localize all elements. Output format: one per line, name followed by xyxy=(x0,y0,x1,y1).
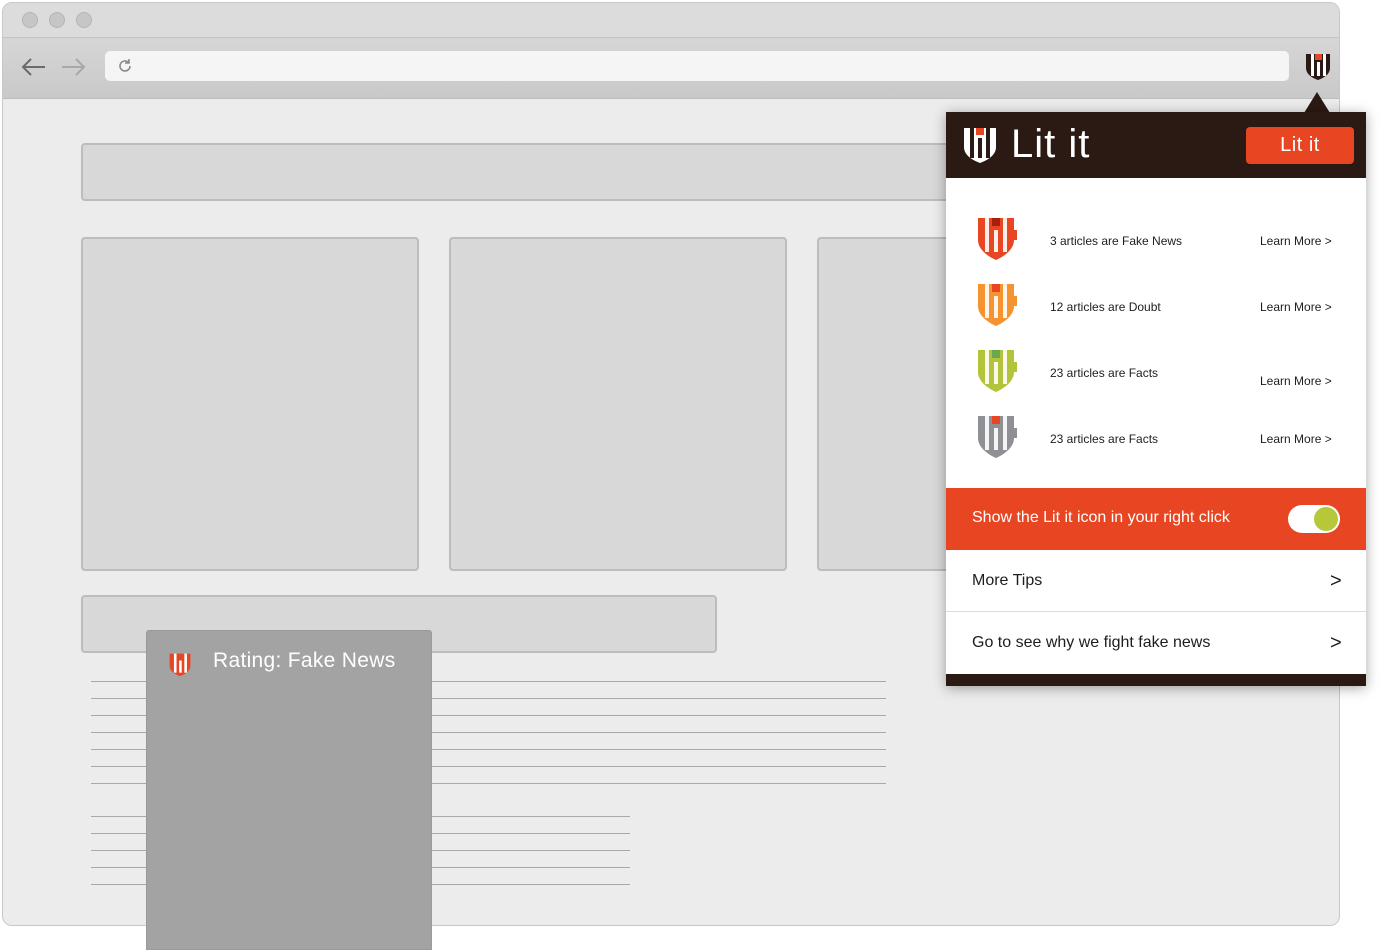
unrated-shield-icon xyxy=(978,416,1017,458)
fake-news-shield-icon xyxy=(978,218,1017,260)
popup-footer xyxy=(946,674,1366,686)
right-click-setting: Show the Lit it icon in your right click xyxy=(946,488,1366,550)
minimize-window-button[interactable] xyxy=(49,12,65,28)
rating-label: Rating: Fake News xyxy=(213,649,396,672)
lit-it-button[interactable]: Lit it xyxy=(1246,127,1354,164)
doubt-shield-icon xyxy=(978,284,1017,326)
back-button[interactable] xyxy=(18,54,48,80)
lit-it-extension-icon[interactable] xyxy=(1303,50,1333,82)
learn-more-link[interactable]: Learn More > xyxy=(1260,374,1332,388)
chevron-right-icon: > xyxy=(1330,632,1342,654)
arrow-right-icon xyxy=(62,58,86,76)
lit-it-logo-icon xyxy=(169,653,191,677)
learn-more-link[interactable]: Learn More > xyxy=(1260,300,1332,314)
menu-item-label: More Tips xyxy=(972,572,1043,589)
maximize-window-button[interactable] xyxy=(76,12,92,28)
lit-it-logo-icon xyxy=(964,128,996,163)
address-bar[interactable] xyxy=(105,51,1289,81)
forward-button[interactable] xyxy=(59,54,89,80)
arrow-left-icon xyxy=(21,58,45,76)
rating-tooltip: Rating: Fake News xyxy=(146,630,432,950)
toggle-knob xyxy=(1314,507,1338,531)
menu-item-label: Go to see why we fight fake news xyxy=(972,634,1211,651)
brand-name: Lit it xyxy=(1011,122,1091,166)
popup-pointer xyxy=(1304,92,1330,113)
rating-text: 23 articles are Facts xyxy=(1050,366,1159,380)
ratings-list: 3 articles are Fake News Learn More > 12… xyxy=(946,178,1366,488)
learn-more-link[interactable]: Learn More > xyxy=(1260,234,1332,248)
toggle-label: Show the Lit it icon in your right click xyxy=(972,509,1230,526)
extension-popup: Lit it Lit it 3 articles are Fake News L… xyxy=(946,112,1366,686)
title-bar xyxy=(3,3,1339,37)
menu-item-more-tips[interactable]: More Tips > xyxy=(946,550,1366,612)
browser-toolbar xyxy=(3,37,1339,99)
facts-shield-icon xyxy=(978,350,1017,392)
popup-header: Lit it Lit it xyxy=(946,112,1366,178)
rating-text: 12 articles are Doubt xyxy=(1050,300,1161,314)
placeholder-card xyxy=(81,237,419,571)
close-window-button[interactable] xyxy=(22,12,38,28)
learn-more-link[interactable]: Learn More > xyxy=(1260,432,1332,446)
right-click-toggle[interactable] xyxy=(1288,505,1340,533)
placeholder-card xyxy=(449,237,787,571)
menu-item-why-fight-fake-news[interactable]: Go to see why we fight fake news > xyxy=(946,612,1366,673)
rating-text: 3 articles are Fake News xyxy=(1050,234,1183,248)
chevron-right-icon: > xyxy=(1330,570,1342,592)
reload-icon[interactable] xyxy=(115,56,135,76)
rating-text: 23 articles are Facts xyxy=(1050,432,1159,446)
